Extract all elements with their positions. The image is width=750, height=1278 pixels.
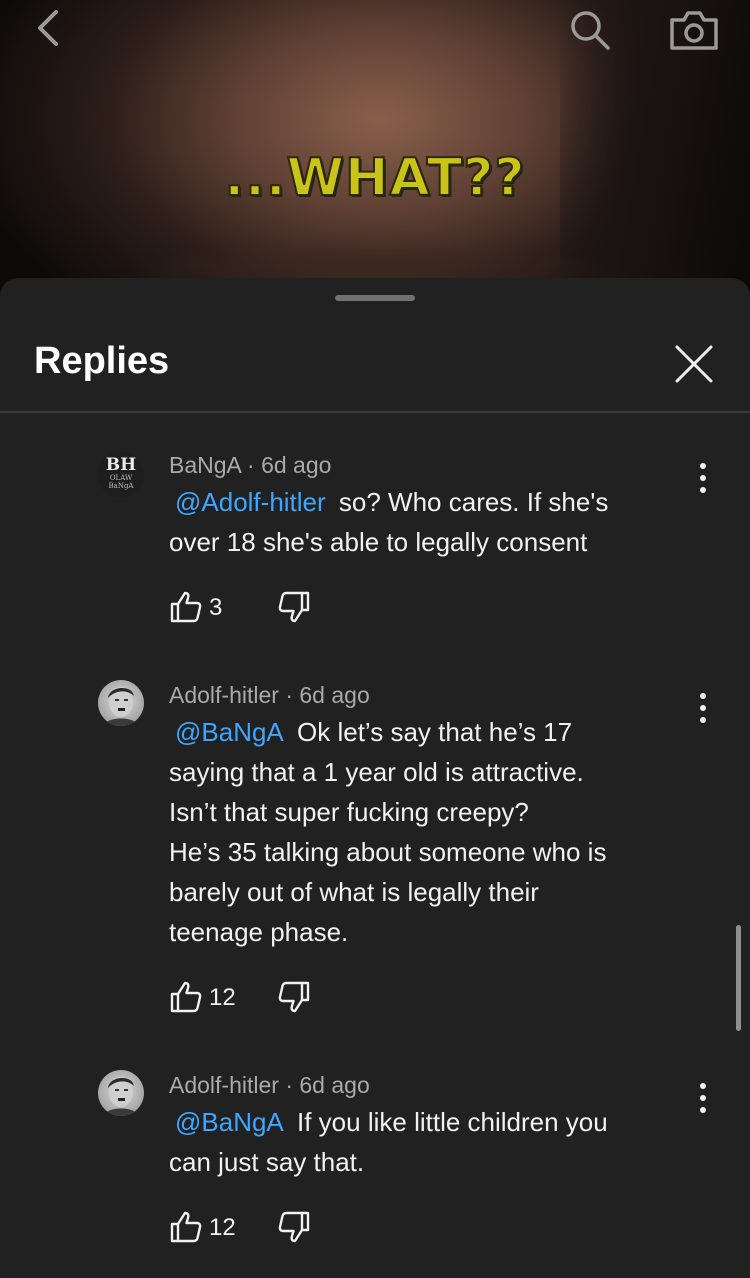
like-count: 3 [209,594,223,621]
avatar-portrait [104,687,138,726]
like-count: 12 [209,984,236,1011]
header-divider [0,411,750,413]
avatar[interactable] [98,680,144,726]
meta-separator: · [285,1072,300,1098]
thumbs-up-icon[interactable] [169,980,203,1014]
mention-link[interactable]: @BaNgA [175,1107,284,1137]
sheet-title: Replies [34,340,170,382]
comment-line: teenage phase. [169,917,349,947]
like-count: 12 [209,1214,236,1241]
comment-age: 6d ago [299,1072,370,1098]
avatar-portrait [104,1077,138,1116]
camera-icon[interactable] [668,8,720,52]
close-icon[interactable] [674,344,714,384]
scrollbar[interactable] [736,925,741,1031]
avatar[interactable] [98,1070,144,1116]
thumbs-down-icon[interactable] [277,980,311,1014]
comment-meta: Adolf-hitler · 6d ago [169,682,370,709]
comment-line: If you like little children you [297,1107,608,1137]
search-icon[interactable] [568,8,612,52]
meta-separator: · [247,452,262,478]
comment-text: @Adolf-hitler so? Who cares. If she's ov… [169,482,679,562]
thumbs-down-icon[interactable] [277,1210,311,1244]
drag-handle[interactable] [335,295,415,301]
mention-link[interactable]: @BaNgA [175,717,284,747]
more-vertical-icon[interactable] [690,688,716,728]
comment-line: over 18 she's able to legally consent [169,527,588,557]
meta-separator: · [285,682,300,708]
avatar-logo-text: BH [105,455,137,475]
comment-meta: BaNgA · 6d ago [169,452,331,479]
avatar-logo-subtext: OLAW BaNgA [108,474,134,490]
comment-line: saying that a 1 year old is attractive. [169,757,584,787]
video-player[interactable]: ...WHAT?? [0,0,750,300]
chevron-left-icon[interactable] [30,8,70,48]
comment-author[interactable]: Adolf-hitler [169,682,279,708]
replies-sheet: Replies BH OLAW BaNgA BaNgA · 6d ago @Ad… [0,278,750,1278]
comment-line: Ok let’s say that he’s 17 [297,717,573,747]
more-vertical-icon[interactable] [690,1078,716,1118]
comment-line: He’s 35 talking about someone who is [169,837,607,867]
comment-author[interactable]: Adolf-hitler [169,1072,279,1098]
comment-age: 6d ago [299,682,370,708]
comment-meta: Adolf-hitler · 6d ago [169,1072,370,1099]
thumbs-down-icon[interactable] [277,590,311,624]
more-vertical-icon[interactable] [690,458,716,498]
comment-age: 6d ago [261,452,332,478]
comment-author[interactable]: BaNgA [169,452,241,478]
avatar[interactable]: BH OLAW BaNgA [98,452,144,498]
comment-text: @BaNgA If you like little children you c… [169,1102,679,1182]
mention-link[interactable]: @Adolf-hitler [175,487,326,517]
video-caption: ...WHAT?? [223,147,526,209]
comment-line: so? Who cares. If she's [338,487,609,517]
comment-line: Isn’t that super fucking creepy? [169,797,529,827]
comment-line: can just say that. [169,1147,365,1177]
comment-line: barely out of what is legally their [169,877,539,907]
thumbs-up-icon[interactable] [169,590,203,624]
comment-text: @BaNgA Ok let’s say that he’s 17 saying … [169,712,679,952]
thumbs-up-icon[interactable] [169,1210,203,1244]
